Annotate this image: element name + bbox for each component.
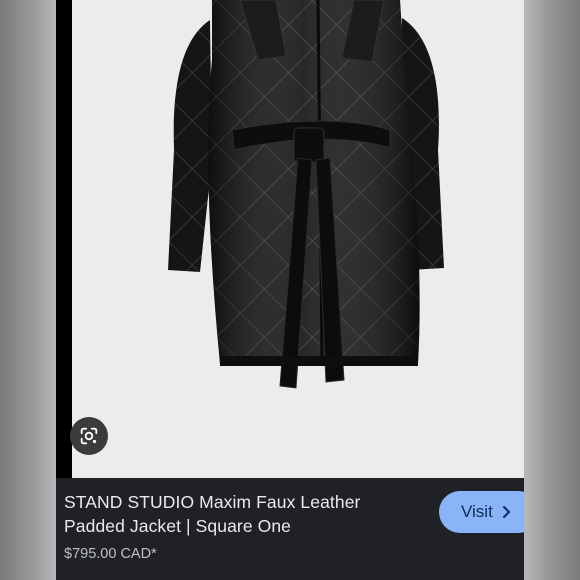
blurred-left-border bbox=[0, 0, 56, 580]
product-image-area[interactable] bbox=[56, 0, 524, 478]
image-left-edge bbox=[56, 0, 72, 478]
visit-button[interactable]: Visit bbox=[439, 491, 524, 533]
product-title-line-2: Padded Jacket | Square One bbox=[64, 516, 292, 536]
google-lens-button[interactable] bbox=[70, 417, 108, 455]
search-result-panel: STAND STUDIO Maxim Faux Leather Padded J… bbox=[56, 0, 524, 580]
product-title[interactable]: STAND STUDIO Maxim Faux Leather Padded J… bbox=[64, 490, 424, 538]
result-info: STAND STUDIO Maxim Faux Leather Padded J… bbox=[56, 478, 524, 580]
blurred-right-border bbox=[524, 0, 580, 580]
screenshot-frame: STAND STUDIO Maxim Faux Leather Padded J… bbox=[0, 0, 580, 580]
jacket-image[interactable] bbox=[72, 0, 524, 478]
chevron-right-icon bbox=[502, 505, 512, 519]
product-title-line-1: STAND STUDIO Maxim Faux Leather bbox=[64, 492, 361, 512]
product-price: $795.00 CAD* bbox=[64, 546, 157, 562]
visit-button-label: Visit bbox=[461, 502, 493, 521]
google-lens-icon bbox=[80, 427, 98, 445]
